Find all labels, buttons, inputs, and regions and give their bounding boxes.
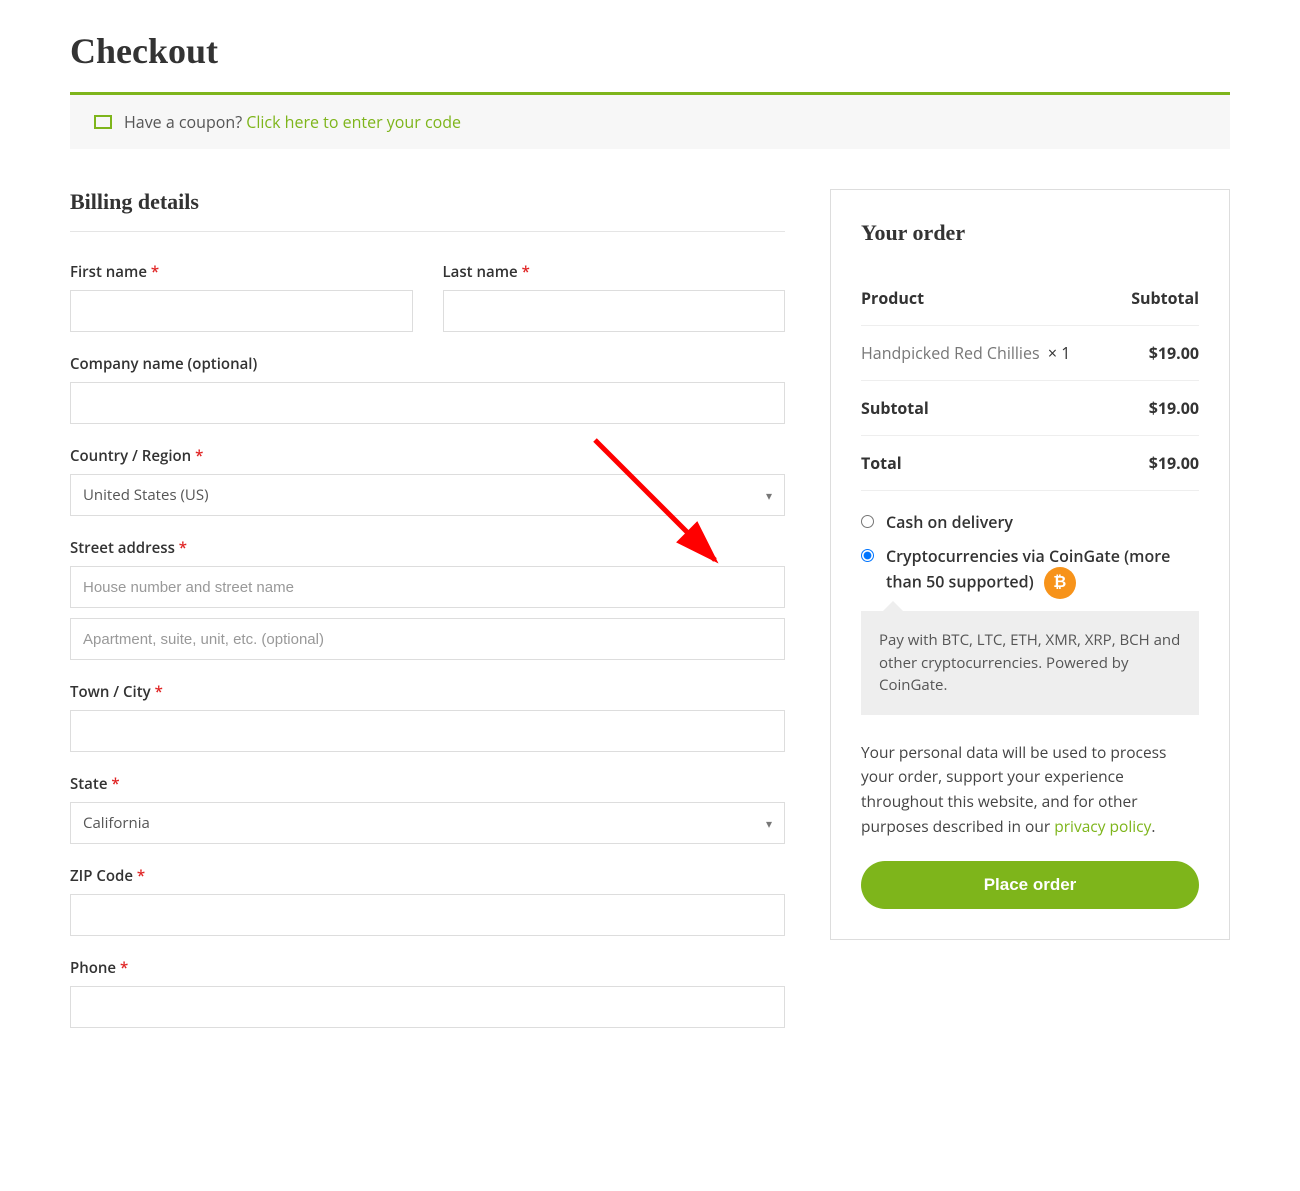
zip-input[interactable]: [70, 894, 785, 936]
payment-crypto-option[interactable]: Cryptocurrencies via CoinGate (more than…: [861, 545, 1199, 599]
coupon-icon: [94, 115, 112, 129]
first-name-label: First name *: [70, 262, 413, 282]
last-name-input[interactable]: [443, 290, 786, 332]
coupon-notice: Have a coupon? Click here to enter your …: [70, 92, 1230, 149]
state-value: California: [83, 813, 150, 833]
country-select[interactable]: United States (US): [70, 474, 785, 516]
place-order-button[interactable]: Place order: [861, 861, 1199, 909]
state-select[interactable]: California: [70, 802, 785, 844]
street2-input[interactable]: [70, 618, 785, 660]
order-heading: Your order: [861, 220, 1199, 246]
total-label: Total: [861, 436, 1116, 491]
subtotal-value: $19.00: [1116, 381, 1199, 436]
street-input[interactable]: [70, 566, 785, 608]
billing-column: Billing details First name * Last name *…: [70, 189, 785, 1050]
phone-input[interactable]: [70, 986, 785, 1028]
coupon-link[interactable]: Click here to enter your code: [246, 111, 461, 133]
table-row: Handpicked Red Chillies × 1 $19.00: [861, 326, 1199, 381]
page-title: Checkout: [70, 30, 1230, 72]
city-label: Town / City *: [70, 682, 785, 702]
bitcoin-icon: ₿: [1044, 567, 1076, 599]
payment-cod-label: Cash on delivery: [886, 511, 1013, 533]
city-input[interactable]: [70, 710, 785, 752]
company-label: Company name (optional): [70, 354, 785, 374]
privacy-policy-link[interactable]: privacy policy: [1054, 815, 1151, 837]
total-value: $19.00: [1116, 436, 1199, 491]
order-column: Your order Product Subtotal Handpicked R…: [830, 189, 1230, 940]
product-price: $19.00: [1116, 326, 1199, 381]
chevron-down-icon: [766, 813, 772, 833]
payment-methods: Cash on delivery Cryptocurrencies via Co…: [861, 511, 1199, 715]
product-qty: × 1: [1048, 342, 1070, 364]
billing-heading: Billing details: [70, 189, 785, 232]
privacy-notice: Your personal data will be used to proce…: [861, 740, 1199, 839]
coupon-text: Have a coupon? Click here to enter your …: [124, 111, 461, 133]
payment-cod-radio[interactable]: [861, 515, 874, 528]
phone-label: Phone *: [70, 958, 785, 978]
chevron-down-icon: [766, 485, 772, 505]
col-product: Product: [861, 271, 1116, 326]
order-table: Product Subtotal Handpicked Red Chillies…: [861, 271, 1199, 491]
coupon-prompt: Have a coupon?: [124, 111, 246, 133]
product-name: Handpicked Red Chillies: [861, 342, 1040, 364]
country-value: United States (US): [83, 485, 209, 505]
col-subtotal: Subtotal: [1116, 271, 1199, 326]
company-input[interactable]: [70, 382, 785, 424]
payment-crypto-radio[interactable]: [861, 549, 874, 562]
last-name-label: Last name *: [443, 262, 786, 282]
zip-label: ZIP Code *: [70, 866, 785, 886]
subtotal-label: Subtotal: [861, 381, 1116, 436]
first-name-input[interactable]: [70, 290, 413, 332]
payment-cod-option[interactable]: Cash on delivery: [861, 511, 1199, 533]
state-label: State *: [70, 774, 785, 794]
street-label: Street address *: [70, 538, 785, 558]
country-label: Country / Region *: [70, 446, 785, 466]
payment-crypto-description: Pay with BTC, LTC, ETH, XMR, XRP, BCH an…: [861, 611, 1199, 715]
payment-crypto-label: Cryptocurrencies via CoinGate (more than…: [886, 545, 1199, 599]
